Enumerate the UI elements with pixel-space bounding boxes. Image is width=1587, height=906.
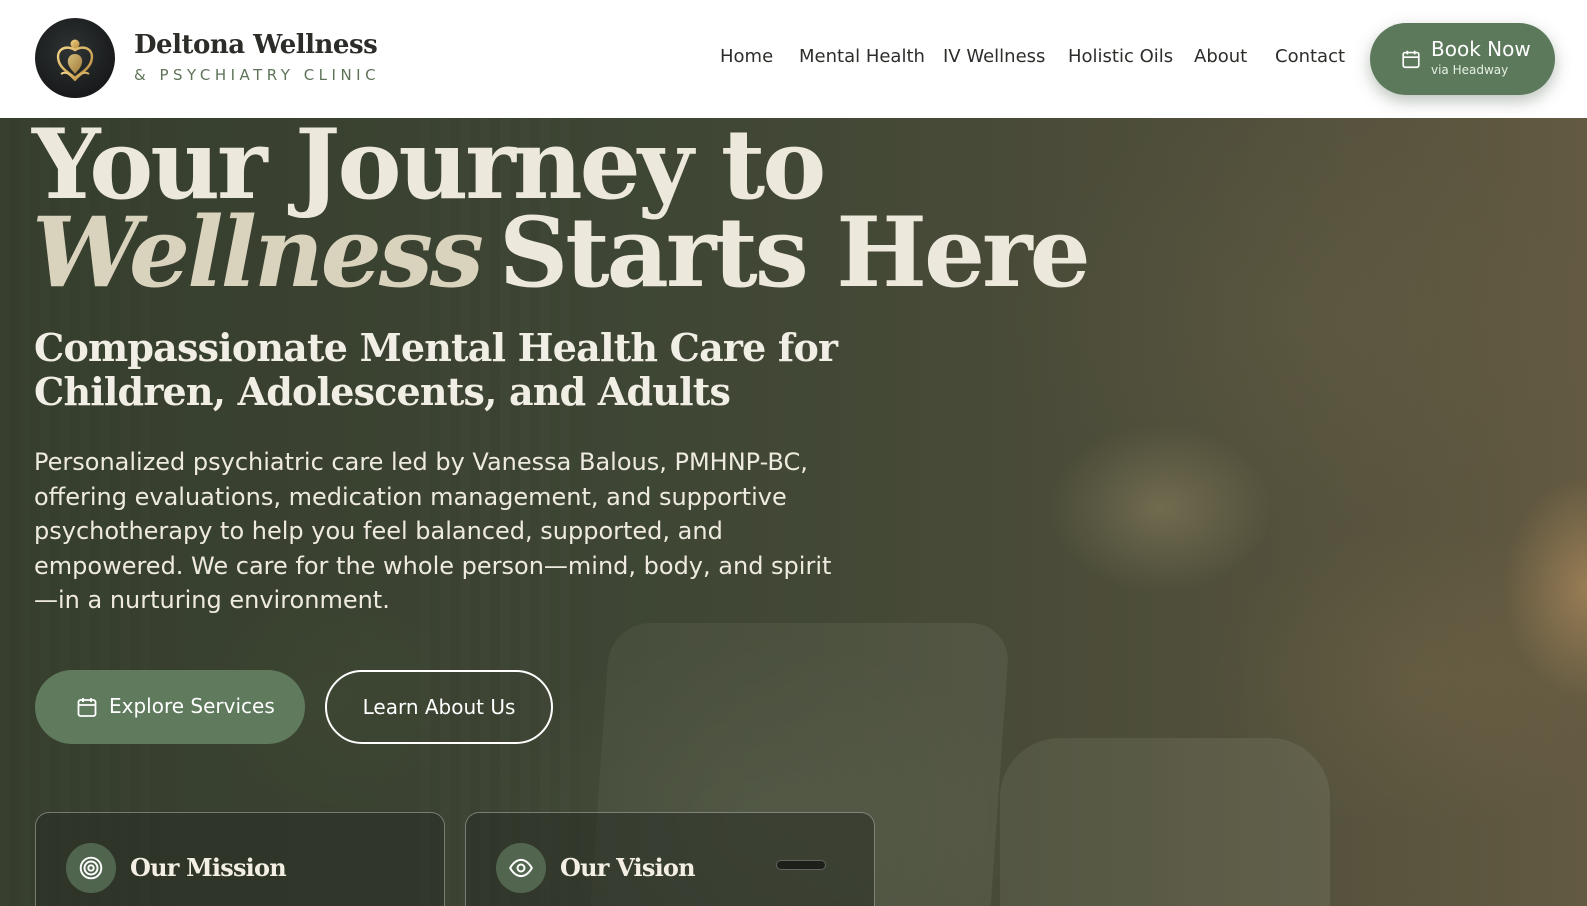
eye-icon [509, 858, 533, 878]
brand-name[interactable]: Deltona Wellness [134, 30, 378, 60]
calendar-icon [77, 698, 97, 717]
lotus-figure-icon [56, 39, 94, 82]
nav-mental-health[interactable]: Mental Health [799, 46, 925, 67]
book-now-sublabel: via Headway [1431, 63, 1509, 77]
vision-title: Our Vision [560, 853, 696, 882]
vision-icon-badge [496, 843, 546, 893]
book-now-button[interactable]: Book Now via Headway [1370, 23, 1555, 95]
nav-iv-wellness[interactable]: IV Wellness [943, 46, 1045, 67]
site-header: Deltona Wellness & PSYCHIATRY CLINIC Hom… [0, 0, 1587, 118]
hero-headline-rest: Starts Here [498, 196, 1091, 309]
nav-contact[interactable]: Contact [1275, 46, 1345, 67]
target-icon [79, 856, 103, 880]
learn-about-us-button[interactable]: Learn About Us [325, 670, 553, 744]
book-now-label: Book Now [1431, 37, 1531, 61]
mission-title: Our Mission [130, 853, 287, 882]
explore-services-button[interactable]: Explore Services [35, 670, 305, 744]
nav-holistic-oils[interactable]: Holistic Oils [1068, 46, 1173, 67]
hero-description: Personalized psychiatric care led by Van… [34, 448, 832, 614]
card-toggle-indicator [776, 860, 826, 870]
mission-card[interactable]: Our Mission [35, 812, 445, 906]
hero-subtitle: Compassionate Mental Health Care for Chi… [34, 325, 838, 414]
brand-logo[interactable] [35, 18, 115, 98]
vision-card[interactable]: Our Vision [465, 812, 875, 906]
brand-subtitle: & PSYCHIATRY CLINIC [134, 66, 381, 84]
hero-headline-accent: Wellness [32, 196, 484, 309]
hero-headline-line2: Wellness Starts Here [32, 196, 1091, 309]
hero-section: Your Journey to Wellness Starts Here Comp… [0, 118, 1587, 906]
calendar-icon [1402, 50, 1420, 69]
mission-icon-badge [66, 843, 116, 893]
explore-services-label: Explore Services [109, 694, 275, 718]
nav-home[interactable]: Home [720, 46, 773, 67]
nav-about[interactable]: About [1194, 46, 1247, 67]
